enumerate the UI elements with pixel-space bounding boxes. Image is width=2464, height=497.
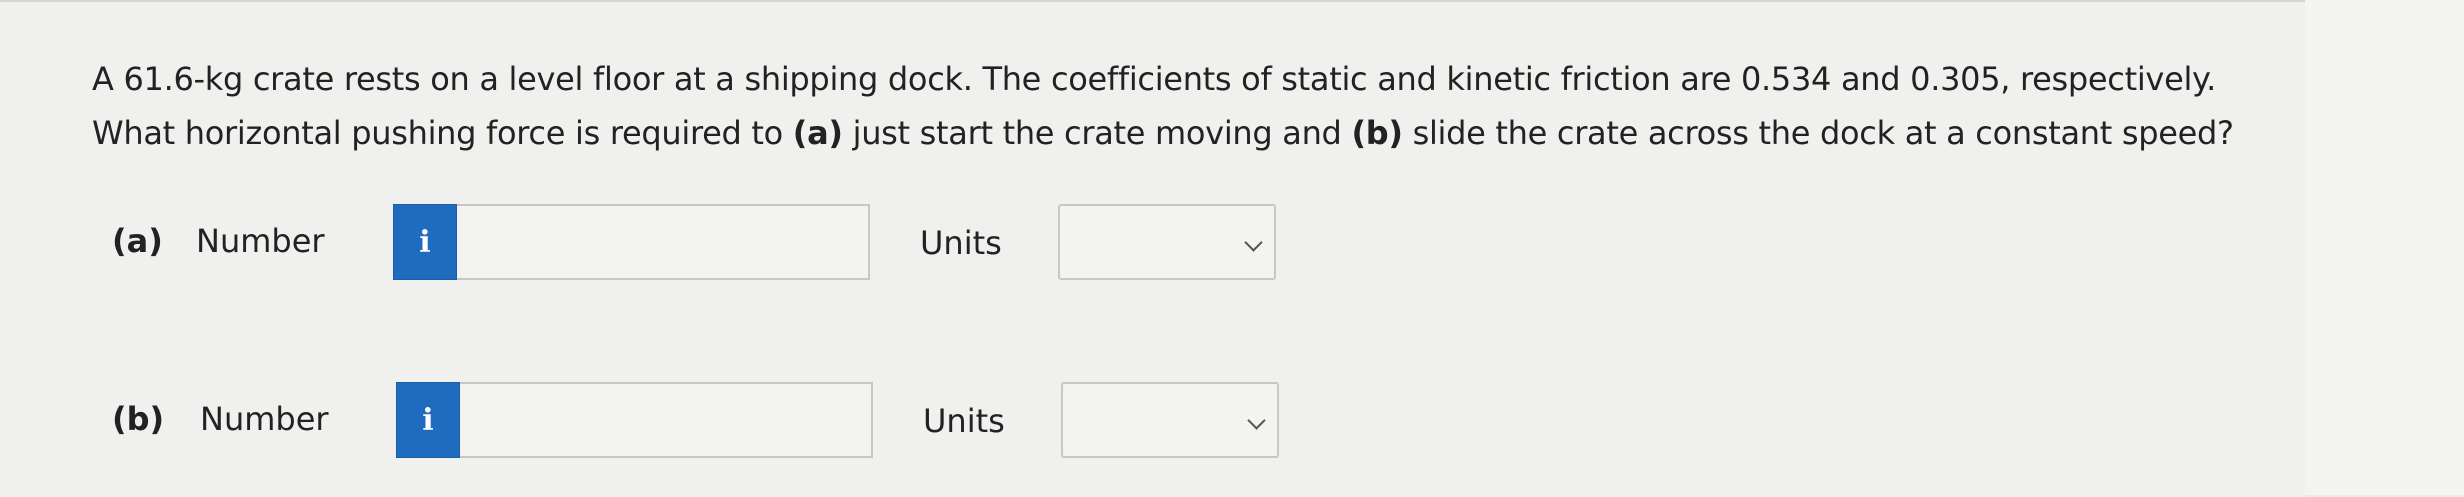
question-line-2: What horizontal pushing force is require…	[92, 106, 2292, 160]
question-line-2-start: What horizontal pushing force is require…	[92, 114, 793, 152]
number-input-a[interactable]	[457, 204, 870, 280]
units-select-b[interactable]	[1061, 382, 1279, 458]
info-icon: i	[422, 402, 434, 438]
info-icon: i	[419, 224, 431, 260]
number-label-b: Number	[200, 400, 329, 438]
part-a-label: (a)	[112, 222, 163, 260]
question-text: A 61.6-kg crate rests on a level floor a…	[92, 52, 2292, 160]
info-icon-button-b[interactable]: i	[396, 382, 460, 458]
part-b-label: (b)	[112, 400, 165, 438]
chevron-down-icon	[1244, 233, 1263, 252]
units-select-a[interactable]	[1058, 204, 1276, 280]
part-b-marker: (b)	[1351, 114, 1403, 152]
question-panel: A 61.6-kg crate rests on a level floor a…	[0, 0, 2305, 497]
number-label-a: Number	[196, 222, 325, 260]
info-icon-button-a[interactable]: i	[393, 204, 457, 280]
question-line-2-middle: just start the crate moving and	[842, 114, 1352, 152]
question-line-2-end: slide the crate across the dock at a con…	[1402, 114, 2234, 152]
units-label-a: Units	[920, 224, 1002, 262]
units-label-b: Units	[923, 402, 1005, 440]
right-margin	[2305, 0, 2464, 495]
part-a-marker: (a)	[792, 114, 843, 152]
question-line-1: A 61.6-kg crate rests on a level floor a…	[92, 60, 2216, 98]
chevron-down-icon	[1247, 411, 1266, 430]
number-input-b[interactable]	[460, 382, 873, 458]
